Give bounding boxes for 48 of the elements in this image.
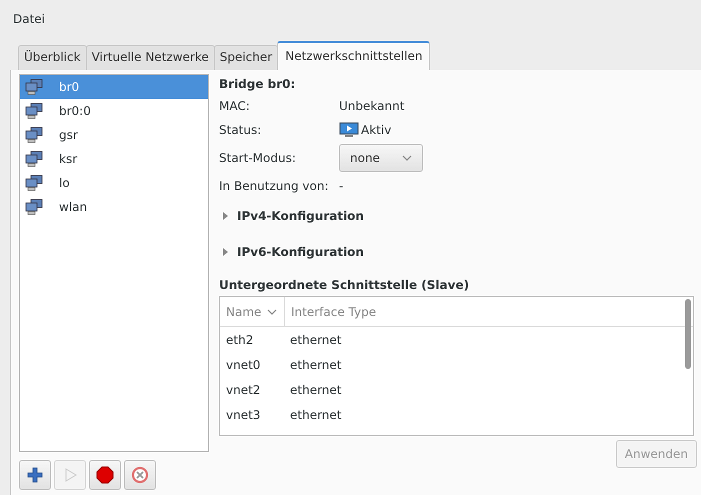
- tab[interactable]: Virtuelle Netzwerke: [86, 45, 215, 70]
- tab[interactable]: Überblick: [18, 45, 87, 70]
- field-value: -: [339, 179, 344, 193]
- stop-icon: [96, 466, 114, 484]
- interface-item[interactable]: lo: [20, 171, 208, 195]
- column-header[interactable]: Name: [220, 297, 285, 326]
- field-label: Start-Modus:: [219, 151, 297, 165]
- chevron-down-icon: [402, 155, 412, 161]
- section-expander[interactable]: IPv6-Konfiguration: [219, 234, 697, 270]
- add-button[interactable]: [19, 460, 51, 490]
- slave-title: Untergeordnete Schnittstelle (Slave): [219, 277, 470, 294]
- column-header[interactable]: Interface Type: [285, 297, 693, 326]
- interface-item[interactable]: ksr: [20, 147, 208, 171]
- table-cell-text: ethernet: [289, 408, 342, 422]
- tab[interactable]: Netzwerkschnittstellen: [277, 41, 430, 70]
- computers-icon: [25, 151, 43, 167]
- section-expander[interactable]: IPv4-Konfiguration: [219, 198, 697, 234]
- computers-icon: [25, 127, 43, 143]
- monitor-play-icon: [339, 122, 359, 138]
- table-cell-text: eth2: [225, 332, 254, 346]
- interface-item[interactable]: wlan: [20, 195, 208, 219]
- field-label: MAC:: [219, 99, 251, 113]
- expander-arrow-icon: [221, 248, 229, 256]
- table-cell-text: vnet3: [225, 408, 262, 422]
- computers-icon: [25, 175, 43, 191]
- field-value: Unbekannt: [339, 99, 404, 113]
- table-cell-text: vnet2: [225, 382, 262, 396]
- sort-icon: [267, 308, 278, 314]
- stop-button[interactable]: [89, 460, 121, 490]
- computers-icon: [25, 199, 43, 215]
- table-cell-text: ethernet: [289, 332, 342, 346]
- bridge-title: Bridge br0:: [219, 76, 296, 93]
- table-cell-text: ethernet: [289, 358, 342, 372]
- table-cell-text: ethernet: [289, 382, 342, 396]
- computers-icon: [25, 103, 43, 119]
- plus-icon: [27, 467, 43, 483]
- delete-icon: [131, 466, 149, 484]
- tab[interactable]: Speicher: [214, 45, 278, 70]
- expander-arrow-icon: [221, 212, 229, 220]
- start-mode-dropdown[interactable]: none: [339, 144, 423, 172]
- computers-icon: [25, 79, 43, 95]
- field-label: Status:: [219, 123, 262, 137]
- table-cell-text: vnet0: [225, 358, 262, 372]
- status-value: Aktiv: [361, 123, 392, 137]
- interface-item[interactable]: gsr: [20, 123, 208, 147]
- field-label: In Benutzung von:: [219, 179, 330, 193]
- interface-item[interactable]: br0:0: [20, 99, 208, 123]
- menu-item[interactable]: Datei: [13, 12, 46, 26]
